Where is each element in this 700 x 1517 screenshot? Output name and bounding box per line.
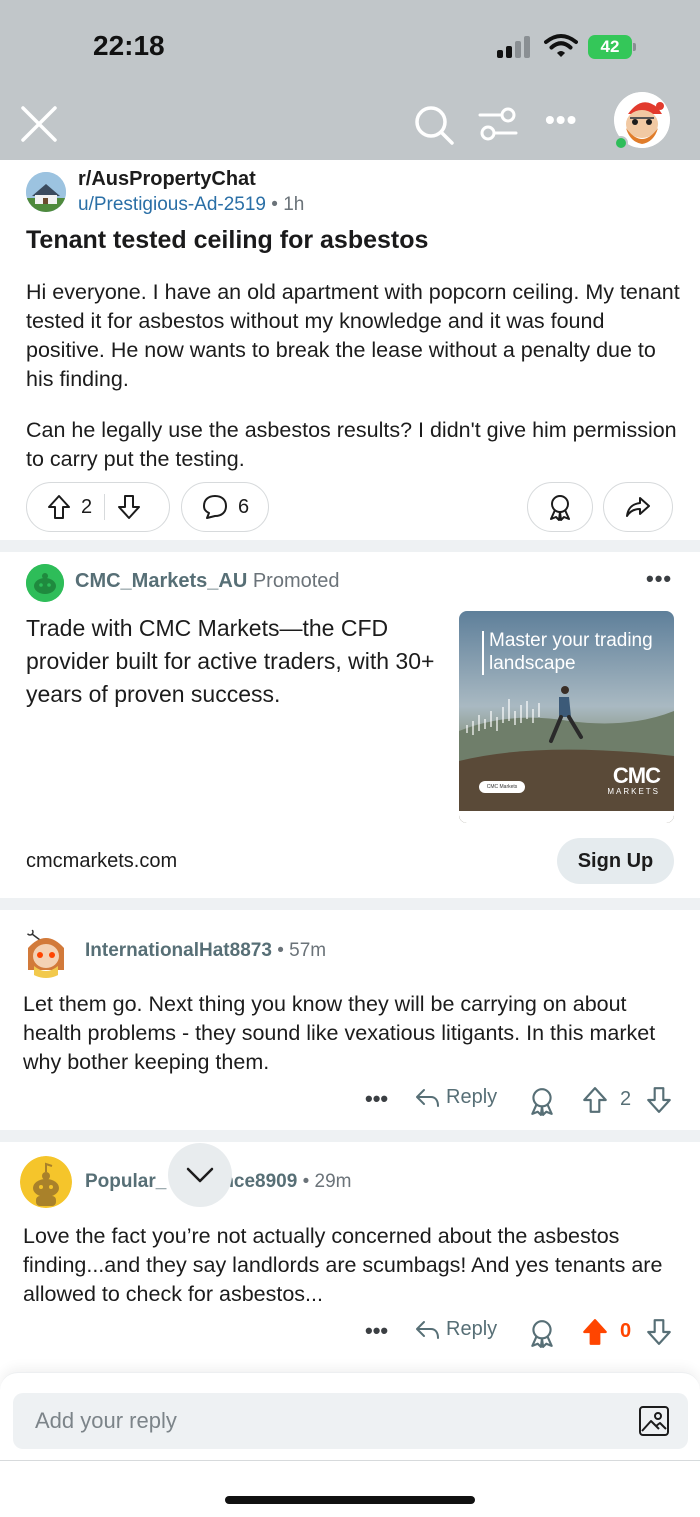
post-body-paragraph: Hi everyone. I have an old apartment wit… (26, 280, 680, 391)
share-button[interactable] (603, 482, 673, 532)
search-icon[interactable] (413, 104, 455, 146)
snoo-avatar-icon (20, 926, 72, 978)
award-button[interactable] (527, 482, 593, 532)
reply-input[interactable] (13, 1393, 688, 1449)
comment-body: Love the fact you’re not actually concer… (23, 1224, 663, 1306)
reply-label: Reply (446, 1318, 498, 1340)
promo-image[interactable]: Master your trading landscape CMC Market… (459, 611, 674, 823)
comment-actions: ••• Reply 2 (0, 1086, 700, 1118)
reply-icon (416, 1320, 439, 1339)
comment-body: Let them go. Next thing you know they wi… (23, 992, 656, 1074)
cellular-signal-icon (497, 36, 533, 58)
advertiser-name[interactable]: CMC_Markets_AU (75, 570, 247, 592)
reply-icon (416, 1088, 439, 1107)
snoo-avatar-icon (20, 1156, 72, 1208)
downvote-icon[interactable] (646, 1318, 672, 1346)
headline-bar (482, 631, 484, 675)
battery-level: 42 (588, 35, 632, 59)
commenter-avatar[interactable] (20, 1156, 72, 1208)
commenter-avatar[interactable] (20, 926, 72, 978)
snoo-icon (26, 564, 64, 602)
battery-indicator: 42 (588, 35, 636, 59)
app-header: 22:18 42 ••• (0, 0, 700, 160)
upvote-active-icon[interactable] (582, 1318, 608, 1346)
advertiser-line: CMC_Markets_AU Promoted (75, 570, 340, 593)
comment-time: 29m (314, 1171, 352, 1192)
cmc-logo: CMC (612, 763, 661, 788)
downvote-icon[interactable] (117, 494, 141, 520)
post-author[interactable]: u/Prestigious-Ad-2519 (78, 194, 266, 215)
reply-label: Reply (446, 1086, 498, 1108)
wifi-icon (544, 34, 578, 57)
comment-icon (203, 495, 227, 519)
promo-domain[interactable]: cmcmarkets.com (26, 850, 177, 873)
vote-divider (104, 494, 106, 520)
comment-actions: ••• Reply 0 (0, 1318, 700, 1350)
promoted-post: CMC_Markets_AU Promoted ••• Trade with C… (0, 552, 700, 896)
comment-author[interactable]: InternationalHat8873 (85, 940, 272, 961)
sign-up-button[interactable]: Sign Up (557, 838, 674, 884)
comments-button[interactable]: 6 (181, 482, 269, 532)
house-icon (26, 172, 66, 212)
downvote-icon[interactable] (646, 1086, 672, 1114)
close-icon[interactable] (20, 105, 58, 143)
chevron-down-icon (186, 1167, 214, 1183)
post-meta: u/Prestigious-Ad-2519 • 1h (78, 194, 304, 216)
reply-button[interactable]: Reply (414, 1086, 497, 1109)
status-time: 22:18 (93, 30, 165, 61)
subreddit-name[interactable]: r/AusPropertyChat (78, 168, 256, 191)
post: r/AusPropertyChat u/Prestigious-Ad-2519 … (0, 160, 700, 540)
vote-control: 2 (26, 482, 170, 532)
comment-time: 57m (289, 940, 327, 961)
post-body: Hi everyone. I have an old apartment wit… (26, 278, 686, 474)
post-score: 2 (81, 495, 93, 518)
promoted-tag: Promoted (252, 570, 340, 592)
comment: Popular_ nce8909 • 29m Love the fact you’… (0, 1142, 700, 1370)
comment-more-button[interactable]: ••• (365, 1086, 388, 1112)
comment-score: 2 (620, 1088, 632, 1110)
post-body-paragraph: Can he legally use the asbestos results?… (26, 418, 677, 471)
image-upload-icon[interactable] (638, 1405, 670, 1437)
section-divider (0, 1130, 700, 1142)
upvote-icon[interactable] (47, 494, 71, 520)
section-divider (0, 540, 700, 552)
promo-text: Trade with CMC Markets—the CFD provider … (26, 615, 435, 707)
comment-author[interactable]: Popular_ (85, 1171, 166, 1192)
comment-count: 6 (238, 495, 250, 518)
filter-icon[interactable] (478, 106, 518, 142)
cmc-logo-sub: MARKETS (607, 787, 660, 796)
upvote-icon[interactable] (582, 1086, 608, 1114)
advertiser-avatar[interactable] (26, 564, 64, 602)
more-options-button[interactable]: ••• (545, 106, 581, 138)
reply-divider (0, 1460, 700, 1461)
promo-image-headline: Master your trading landscape (489, 630, 653, 674)
reply-button[interactable]: Reply (414, 1318, 497, 1341)
post-age: 1h (283, 194, 305, 215)
promo-more-button[interactable]: ••• (646, 566, 672, 592)
section-divider (0, 898, 700, 910)
comment-author-tail[interactable]: nce8909 (222, 1171, 297, 1192)
award-icon (550, 495, 570, 521)
online-status-dot (614, 136, 628, 150)
comment-more-button[interactable]: ••• (365, 1318, 388, 1344)
post-title: Tenant tested ceiling for asbestos (26, 226, 429, 254)
subreddit-icon[interactable] (26, 172, 66, 212)
comment-score: 0 (620, 1320, 632, 1342)
meta-separator: • (271, 194, 278, 215)
share-icon (626, 497, 650, 517)
promo-image-button: CMC Markets (479, 781, 525, 793)
award-icon[interactable] (528, 1318, 556, 1348)
comment-author-line: InternationalHat8873 • 57m (85, 940, 327, 961)
home-indicator[interactable] (225, 1496, 475, 1504)
award-icon[interactable] (528, 1086, 556, 1116)
comment: InternationalHat8873 • 57m Let them go. … (0, 910, 700, 1128)
jump-to-next-comment-button[interactable] (168, 1143, 232, 1207)
